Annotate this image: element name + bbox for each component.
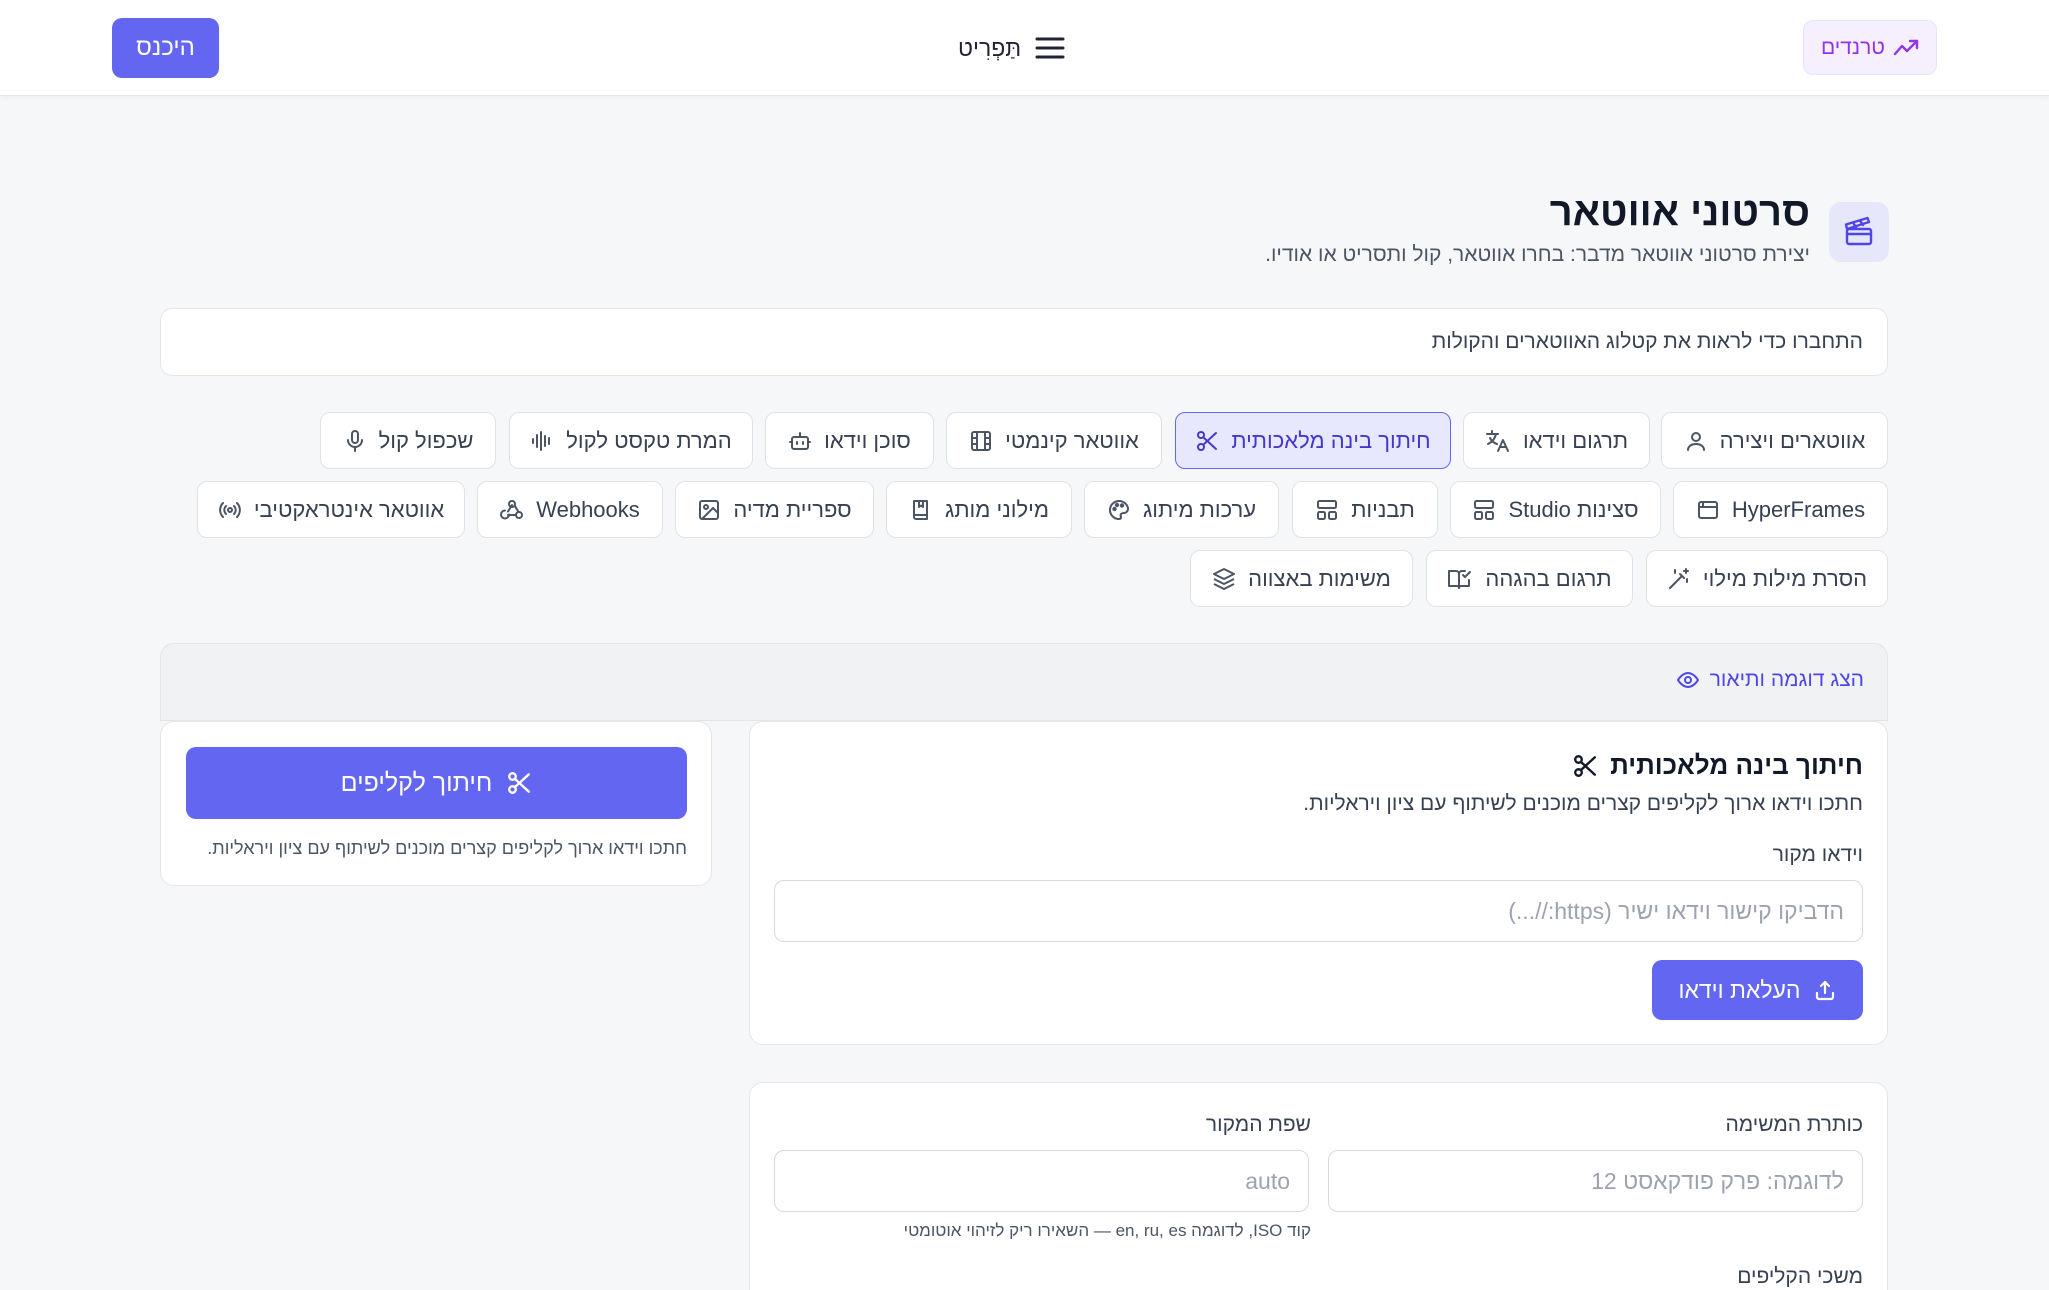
tab-label: סוכן וידאו — [824, 427, 911, 453]
cut-summary-description: חתכו וידאו ארוך לקליפים קצרים מוכנים לשי… — [207, 838, 687, 858]
source-language-label: שפת המקור — [1205, 1113, 1311, 1136]
tab-label: ערכות מיתוג — [1142, 496, 1257, 522]
login-button[interactable]: היכנס — [112, 18, 219, 78]
tab-label: אווטאר קינמטי — [1005, 427, 1139, 453]
layout-icon — [1315, 498, 1339, 522]
preview-link-label: הצג דוגמה ותיאור — [1709, 668, 1864, 691]
tab-label: המרת טקסט לקול — [566, 427, 732, 453]
tab-label: ספריית מדיה — [733, 496, 852, 522]
ai-cut-description: חתכו וידאו ארוך לקליפים קצרים מוכנים לשי… — [1303, 792, 1863, 815]
connect-notice-text: התחברו כדי לראות את קטלוג האווטארים והקו… — [1431, 330, 1863, 353]
upload-icon — [1813, 978, 1837, 1002]
trends-label: טרנדים — [1820, 35, 1885, 59]
tab-label: חיתוך בינה מלאכותית — [1231, 427, 1431, 453]
scissors-icon — [1572, 753, 1598, 779]
menu-button[interactable]: תַּפְרִיט — [958, 30, 1065, 66]
clapperboard-icon — [1829, 202, 1889, 262]
tab-batch-tasks[interactable]: משימות באצווה — [1190, 550, 1413, 607]
menu-label: תַּפְרִיט — [958, 34, 1022, 61]
tab-label: Webhooks — [536, 496, 640, 522]
upload-video-button[interactable]: העלאת וידאו — [1652, 960, 1863, 1020]
tab-interactive-avatar[interactable]: אווטאר אינטראקטיבי — [197, 481, 465, 538]
trends-button[interactable]: טרנדים — [1803, 20, 1937, 75]
clip-length-label: משכי הקליפים — [1737, 1265, 1863, 1288]
tab-avatars[interactable]: אווטארים ויצירה — [1661, 412, 1888, 469]
tab-ai-cut[interactable]: חיתוך בינה מלאכותית — [1175, 412, 1451, 469]
tab-label: אווטארים ויצירה — [1719, 427, 1866, 453]
source-video-url-input[interactable] — [774, 880, 1863, 942]
user-icon — [1684, 429, 1708, 453]
source-language-input[interactable] — [774, 1150, 1309, 1212]
task-title-input[interactable] — [1328, 1150, 1863, 1212]
browser-window-icon — [1696, 498, 1720, 522]
palette-icon — [1107, 498, 1131, 522]
translate-icon — [1485, 429, 1511, 453]
cut-to-clips-label: חיתוך לקליפים — [340, 768, 493, 797]
book-check-icon — [1447, 567, 1473, 591]
tab-label: תרגום בהגהה — [1485, 565, 1612, 591]
trend-up-icon — [1893, 38, 1919, 58]
tab-studio-scenes[interactable]: סצינות Studio — [1450, 481, 1661, 538]
show-preview-link[interactable]: הצג דוגמה ותיאור — [1676, 668, 1864, 692]
card-title-text: חיתוך בינה מלאכותית — [1610, 750, 1863, 780]
tab-cinematic-avatar[interactable]: אווטאר קינמטי — [946, 412, 1162, 469]
layout-icon — [1472, 498, 1496, 522]
tab-media-library[interactable]: ספריית מדיה — [675, 481, 874, 538]
source-video-label: וידאו מקור — [1772, 843, 1863, 866]
magic-wand-icon — [1667, 567, 1691, 591]
tab-voice-dub[interactable]: שכפול קול — [320, 412, 496, 469]
tab-label: הסרת מילות מילוי — [1702, 565, 1868, 591]
tab-label: מילוני מותג — [945, 496, 1049, 522]
tab-label: תבניות — [1351, 496, 1415, 522]
source-language-hint: קוד ISO, לדוגמה en, ru, es — השאירו ריק … — [903, 1221, 1311, 1240]
task-settings-card: כותרת המשימה שפת המקור קוד ISO, לדוגמה e… — [749, 1082, 1888, 1290]
connect-notice: התחברו כדי לראות את קטלוג האווטארים והקו… — [160, 308, 1888, 376]
tab-tts[interactable]: המרת טקסט לקול — [509, 412, 753, 469]
tab-brand-kits[interactable]: ערכות מיתוג — [1084, 481, 1279, 538]
eye-icon — [1676, 668, 1700, 692]
tab-label: HyperFrames — [1731, 496, 1866, 522]
page-subtitle: יצירת סרטוני אווטאר מדבר: בחרו אווטאר, ק… — [1265, 243, 1810, 266]
tab-label: שכפול קול — [378, 427, 474, 453]
tab-video-translate[interactable]: תרגום וידאו — [1463, 412, 1650, 469]
scissors-icon — [1195, 429, 1219, 453]
tab-label: תרגום וידאו — [1522, 427, 1629, 453]
page-title: סרטוני אווטאר — [1549, 190, 1810, 234]
broadcast-icon — [218, 498, 242, 522]
tab-hyperframes[interactable]: HyperFrames — [1673, 481, 1888, 538]
book-icon — [909, 498, 933, 522]
tab-filler-removal[interactable]: הסרת מילות מילוי — [1646, 550, 1888, 607]
hamburger-icon — [1035, 36, 1065, 60]
audio-waveform-icon — [530, 429, 554, 453]
tab-webhooks[interactable]: Webhooks — [477, 481, 663, 538]
tab-proofread-translation[interactable]: תרגום בהגהה — [1426, 550, 1633, 607]
task-title-label: כותרת המשימה — [1725, 1113, 1863, 1136]
preview-bar: הצג דוגמה ותיאור — [160, 643, 1888, 721]
ai-cut-card-title: חיתוך בינה מלאכותית — [1572, 750, 1863, 781]
layers-icon — [1212, 567, 1236, 591]
cut-to-clips-button[interactable]: חיתוך לקליפים — [186, 747, 687, 819]
tab-video-agent[interactable]: סוכן וידאו — [765, 412, 934, 469]
image-icon — [697, 498, 721, 522]
top-nav-bar: היכנס תַּפְרִיט טרנדים — [0, 0, 2049, 96]
tab-templates[interactable]: תבניות — [1292, 481, 1438, 538]
tab-brand-glossary[interactable]: מילוני מותג — [886, 481, 1072, 538]
cut-summary-card: חיתוך לקליפים חתכו וידאו ארוך לקליפים קצ… — [160, 721, 712, 886]
upload-label: העלאת וידאו — [1678, 976, 1801, 1003]
tab-label: סצינות Studio — [1508, 496, 1639, 522]
microphone-icon — [343, 429, 367, 453]
ai-cut-card: חיתוך בינה מלאכותית חתכו וידאו ארוך לקלי… — [749, 721, 1888, 1045]
bot-icon — [788, 429, 812, 453]
webhook-icon — [500, 498, 524, 522]
tab-label: משימות באצווה — [1248, 565, 1391, 591]
tab-label: אווטאר אינטראקטיבי — [253, 496, 445, 522]
scissors-icon — [506, 770, 532, 796]
film-icon — [969, 429, 993, 453]
